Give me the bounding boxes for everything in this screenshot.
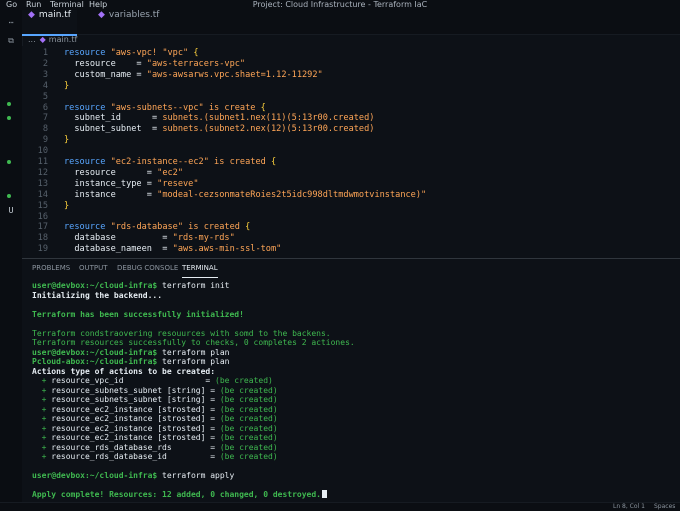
line-number: 6 [42, 102, 48, 113]
status-dot-icon [7, 160, 11, 164]
line-number: 10 [37, 146, 48, 157]
copy-icon[interactable]: ⧉ [4, 36, 18, 46]
code-text: database = "rds-my-rds" [64, 233, 235, 244]
terminal-line: Terraform resources successfully to chec… [32, 338, 355, 347]
untracked-badge: U [8, 206, 14, 215]
tab-output[interactable]: OUTPUT [79, 259, 108, 277]
breadcrumb-file[interactable]: main.tf [49, 35, 77, 44]
terminal-line: + resource_ec2_instance [strosted] = (be… [32, 433, 278, 442]
menu-run[interactable]: Run [26, 0, 41, 10]
menu-bar: Project: Cloud Infrastructure - Terrafor… [0, 0, 680, 10]
line-number: 16 [37, 211, 48, 222]
line-number: 1 [42, 48, 48, 58]
tab-debug-console[interactable]: DEBUG CONSOLE [117, 259, 178, 277]
line-number: 3 [42, 69, 48, 80]
panel-tabs: PROBLEMS OUTPUT DEBUG CONSOLE TERMINAL [22, 259, 680, 278]
terminal-line: + resource_ec2_instance [strosted] = (be… [32, 423, 278, 433]
terminal-line: + resource_rds_database_rds = (be create… [32, 442, 278, 452]
terminal-line: + resource_rds_database_id = (be created… [32, 452, 278, 461]
code-text: instance_type = "reseve" [64, 178, 199, 189]
line-number: 5 [42, 91, 48, 102]
line-number: 11 [37, 157, 48, 167]
line-number: 12 [37, 167, 48, 178]
code-text: } [64, 135, 70, 146]
activity-bar: ⋯ ⧉ U [0, 10, 23, 502]
breadcrumb: ... ◆ main.tf [22, 34, 680, 46]
line-number: 9 [42, 135, 48, 146]
menu-terminal[interactable]: Terminal [50, 0, 84, 10]
code-text: resource "rds-database" is created { [64, 222, 251, 233]
line-number: 19 [37, 244, 48, 255]
tab-variables-tf[interactable]: ◆ variables.tf [92, 10, 165, 34]
code-text: subnet_id = subnets.(subnet1.nex(11)(5:1… [64, 113, 375, 124]
terminal-line: user@devbox:~/cloud-infra$ terraform app… [32, 471, 235, 480]
terraform-file-icon: ◆ [39, 35, 46, 44]
breadcrumb-more[interactable]: ... [28, 35, 36, 44]
menu-help[interactable]: Help [89, 0, 107, 10]
code-text: } [64, 80, 70, 91]
terraform-file-icon: ◆ [98, 10, 105, 20]
status-dot-icon [7, 194, 11, 198]
code-editor[interactable]: 1 resource "aws-vpc! "vpc" { 2 resource = … [22, 46, 680, 258]
terminal-line: Pcloud-abox:~/cloud-infra$ terraform pla… [32, 357, 230, 366]
line-number: 8 [42, 124, 48, 135]
terminal-line: Actions type of actions to be created: [32, 366, 216, 376]
code-text: resource "ec2-instance--ec2" is created … [64, 157, 277, 167]
terminal-line: + resource_subnets_subnet [string] = (be… [32, 385, 278, 395]
menu-go[interactable]: Go [6, 0, 17, 10]
terminal-line: + resource_vpc_id = (be created) [32, 376, 273, 385]
line-number: 18 [37, 233, 48, 244]
terminal[interactable]: user@devbox:~/cloud-infra$ terraform ini… [32, 281, 672, 501]
code-text: } [64, 200, 70, 211]
code-text: resource "aws-subnets--vpc" is create { [64, 102, 266, 113]
line-number: 17 [37, 222, 48, 233]
terminal-line: Terraform has been successfully initiali… [32, 309, 244, 319]
line-number: 15 [37, 200, 48, 211]
tab-problems[interactable]: PROBLEMS [32, 259, 70, 277]
terminal-line: Terraform condstraovering resouurces wit… [32, 328, 331, 338]
tab-main-tf[interactable]: ◆ main.tf [22, 10, 77, 36]
code-text: resource = "ec2" [64, 167, 184, 178]
code-text: custom_name = "aws-awsarws.vpc.shaet=1.1… [64, 69, 323, 80]
terminal-line: + resource_ec2_instance [strosted] = (be… [32, 414, 278, 423]
line-number: 4 [42, 80, 48, 91]
tab-terminal[interactable]: TERMINAL [182, 259, 218, 278]
terminal-line: user@devbox:~/cloud-infra$ terraform pla… [32, 347, 230, 357]
editor-tabs: ◆ main.tf ◆ variables.tf [22, 10, 680, 36]
bottom-panel: PROBLEMS OUTPUT DEBUG CONSOLE TERMINAL u… [22, 258, 680, 503]
line-number: 13 [37, 178, 48, 189]
code-text: resource = "aws-terracers-vpc" [64, 58, 246, 69]
terminal-line: Initializing the backend... [32, 290, 163, 300]
code-text: resource "aws-vpc! "vpc" { [64, 48, 199, 58]
terminal-line: user@devbox:~/cloud-infra$ terraform ini… [32, 281, 230, 290]
status-dot-icon [7, 116, 11, 120]
line-number: 14 [37, 189, 48, 200]
terminal-line: Apply complete! Resources: 12 added, 0 c… [32, 490, 327, 500]
terminal-line: + resource_ec2_instance [strosted] = (be… [32, 404, 278, 414]
code-text: database_nameen = "aws.aws-min-ssl-tom" [64, 244, 282, 255]
terminal-cursor [321, 490, 327, 498]
status-dot-icon [7, 102, 11, 106]
line-number: 2 [42, 58, 48, 69]
terraform-file-icon: ◆ [28, 10, 35, 20]
terminal-line: + resource_subnets_subnet [string] = (be… [32, 395, 278, 404]
more-icon[interactable]: ⋯ [4, 18, 18, 27]
code-text: instance = "modeal-cezsonmateRoies2t5idc… [64, 189, 427, 200]
line-number: 7 [42, 113, 48, 124]
code-text: subnet_subnet = subnets.(subnet2.nex(12)… [64, 124, 375, 135]
